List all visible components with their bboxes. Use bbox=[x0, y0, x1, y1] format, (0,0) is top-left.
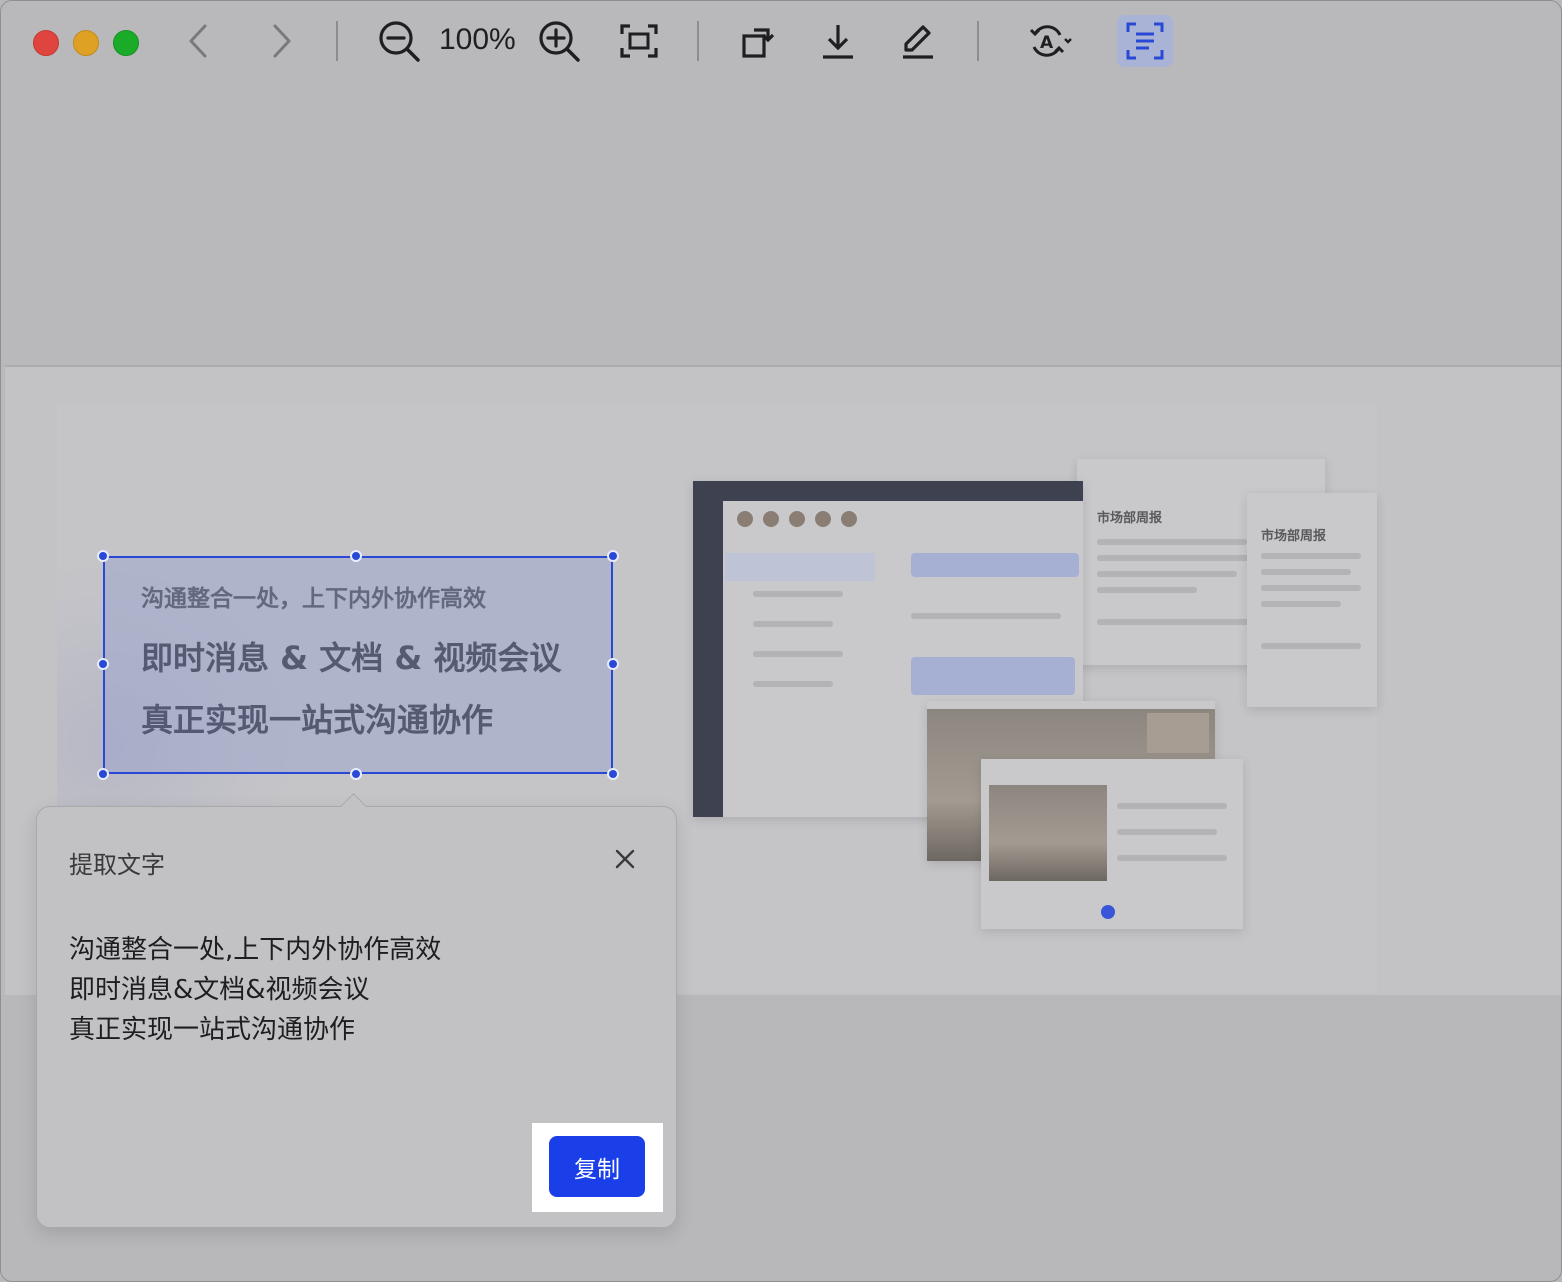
toolbar-divider bbox=[977, 21, 979, 61]
forward-button[interactable] bbox=[265, 15, 299, 67]
download-icon bbox=[818, 21, 858, 61]
close-window-button[interactable] bbox=[33, 30, 59, 56]
resize-handle-bottom-left[interactable] bbox=[97, 768, 109, 780]
fit-screen-icon bbox=[619, 23, 659, 59]
mock-meeting-window bbox=[981, 759, 1243, 929]
text-selection-box[interactable] bbox=[103, 556, 613, 774]
extracted-text-line[interactable]: 即时消息&文档&视频会议 bbox=[69, 969, 370, 1006]
resize-handle-right[interactable] bbox=[607, 658, 619, 670]
back-button[interactable] bbox=[181, 15, 215, 67]
mock-doc-mobile: 市场部周报 bbox=[1247, 493, 1377, 707]
rotate-icon bbox=[738, 21, 778, 61]
close-popup-button[interactable] bbox=[611, 845, 639, 873]
image-canvas-background bbox=[1, 83, 1561, 365]
popup-title: 提取文字 bbox=[69, 851, 165, 879]
svg-text:A: A bbox=[1040, 33, 1054, 53]
resize-handle-top-left[interactable] bbox=[97, 550, 109, 562]
translate-icon: A bbox=[1027, 21, 1073, 61]
extract-text-button[interactable] bbox=[1117, 15, 1173, 67]
resize-handle-bottom-right[interactable] bbox=[607, 768, 619, 780]
zoom-in-button[interactable] bbox=[535, 15, 583, 67]
resize-handle-left[interactable] bbox=[97, 658, 109, 670]
annotate-button[interactable] bbox=[895, 15, 941, 67]
resize-handle-top[interactable] bbox=[350, 550, 362, 562]
fit-screen-button[interactable] bbox=[615, 15, 663, 67]
extract-text-icon bbox=[1125, 21, 1165, 61]
rotate-button[interactable] bbox=[735, 15, 781, 67]
translate-dropdown-button[interactable]: A bbox=[1017, 15, 1083, 67]
edit-icon bbox=[898, 21, 938, 61]
download-button[interactable] bbox=[815, 15, 861, 67]
resize-handle-bottom[interactable] bbox=[350, 768, 362, 780]
forward-icon bbox=[272, 23, 292, 59]
minimize-window-button[interactable] bbox=[73, 30, 99, 56]
extracted-text-line[interactable]: 沟通整合一处,上下内外协作高效 bbox=[69, 929, 441, 966]
toolbar: 100% A bbox=[1, 1, 1561, 83]
back-icon bbox=[188, 23, 208, 59]
toolbar-divider bbox=[697, 21, 699, 61]
zoom-out-button[interactable] bbox=[375, 15, 423, 67]
extracted-text-line[interactable]: 真正实现一站式沟通协作 bbox=[69, 1009, 355, 1046]
resize-handle-top-right[interactable] bbox=[607, 550, 619, 562]
toolbar-divider bbox=[336, 21, 338, 61]
image-viewer-window: 100% A 市场部周报 市场部周报 沟通整合一处，上下内外协作高效 即时消息 … bbox=[0, 0, 1562, 1282]
maximize-window-button[interactable] bbox=[113, 30, 139, 56]
copy-button[interactable]: 复制 bbox=[549, 1136, 645, 1197]
zoom-in-icon bbox=[537, 19, 581, 63]
zoom-level[interactable]: 100% bbox=[439, 23, 516, 57]
zoom-out-icon bbox=[377, 19, 421, 63]
close-icon bbox=[611, 849, 639, 877]
